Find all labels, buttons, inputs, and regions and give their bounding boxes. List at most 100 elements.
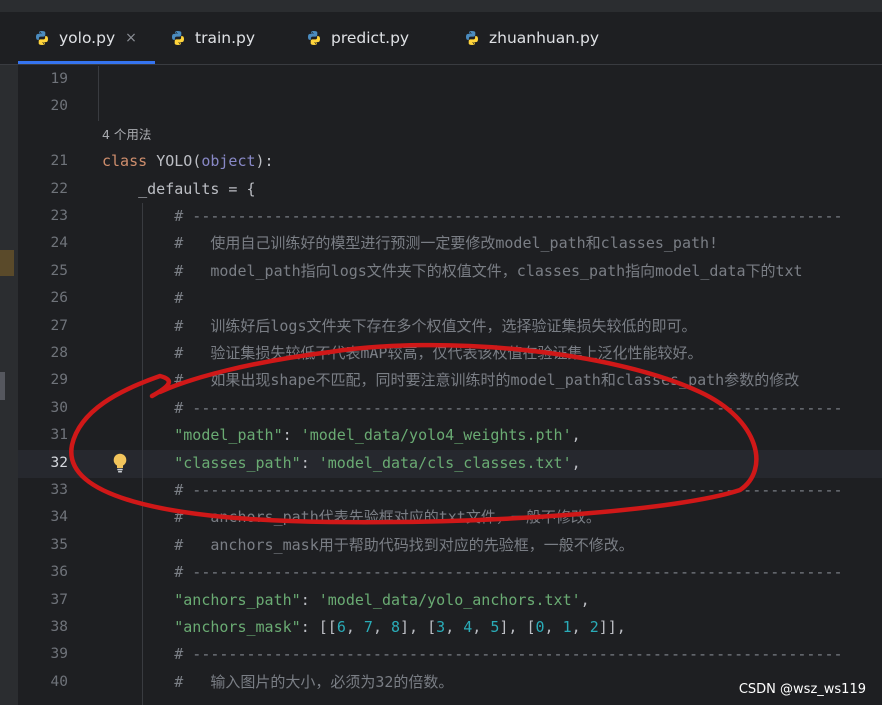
tab-predict-py[interactable]: predict.py	[306, 12, 409, 64]
tab-label: train.py	[195, 29, 256, 47]
code-token: "anchors_mask"	[174, 618, 301, 636]
line-number: 25	[50, 262, 68, 279]
code-token: 1	[562, 618, 572, 636]
code-line[interactable]: 24 # 使用自己训练好的模型进行预测一定要修改model_path和class…	[0, 230, 882, 257]
code-token: 2	[589, 618, 599, 636]
code-text: _defaults = {	[102, 176, 256, 203]
code-text: # anchors_path代表先验框对应的txt文件，一般不修改。	[102, 504, 601, 531]
code-token: ,	[580, 590, 590, 609]
line-number: 36	[50, 564, 68, 581]
code-line[interactable]: 31 "model_path": 'model_data/yolo4_weigh…	[0, 422, 882, 449]
usage-hint[interactable]: 4 个用法	[102, 121, 151, 148]
code-token: ,	[544, 618, 563, 636]
code-token: ,	[571, 618, 590, 636]
code-token: ,	[345, 618, 364, 636]
code-text: # anchors_mask用于帮助代码找到对应的先验框，一般不修改。	[102, 532, 634, 559]
line-number: 40	[50, 673, 68, 690]
code-line[interactable]: 37 "anchors_path": 'model_data/yolo_anch…	[0, 587, 882, 614]
code-line[interactable]: 22 _defaults = {	[0, 176, 882, 203]
code-token: 6	[336, 618, 346, 636]
code-token: YOLO	[156, 152, 193, 171]
code-line[interactable]: 35 # anchors_mask用于帮助代码找到对应的先验框，一般不修改。	[0, 532, 882, 559]
code-line[interactable]: 34 # anchors_path代表先验框对应的txt文件，一般不修改。	[0, 504, 882, 531]
code-text: class YOLO(object):	[102, 148, 274, 175]
line-number: 30	[50, 399, 68, 416]
code-token: object	[201, 152, 256, 171]
python-file-icon	[36, 31, 48, 45]
line-number: 38	[50, 619, 68, 635]
code-token: ):	[255, 152, 274, 171]
code-token: ,	[571, 453, 581, 472]
code-text: # 使用自己训练好的模型进行预测一定要修改model_path和classes_…	[102, 230, 718, 257]
code-token: # --------------------------------------…	[102, 563, 843, 582]
code-line[interactable]: 28 # 验证集损失较低不代表mAP较高，仅代表该权值在验证集上泛化性能较好。	[0, 340, 882, 367]
close-tab-icon[interactable]: ×	[125, 30, 137, 46]
code-token: ], [	[499, 618, 536, 636]
code-line[interactable]: 26 #	[0, 285, 882, 312]
tab-label: zhuanhuan.py	[489, 29, 600, 47]
code-token: 3	[436, 618, 446, 636]
code-token: # --------------------------------------…	[102, 481, 843, 499]
code-token: 'model_data/yolo4_weights.pth'	[300, 426, 572, 445]
code-token: (	[192, 152, 202, 171]
code-line[interactable]: 29 # 如果出现shape不匹配，同时要注意训练时的model_path和cl…	[0, 367, 882, 394]
code-token: # 验证集损失较低不代表mAP较高，仅代表该权值在验证集上泛化性能较好。	[102, 344, 703, 362]
code-line[interactable]: 19	[0, 66, 882, 93]
code-token: ,	[571, 426, 581, 445]
python-file-icon	[466, 31, 478, 45]
code-line[interactable]: 27 # 训练好后logs文件夹下存在多个权值文件，选择验证集损失较低的即可。	[0, 313, 882, 340]
code-token: 8	[391, 618, 401, 636]
code-token: # --------------------------------------…	[102, 207, 843, 225]
code-line[interactable]: 32 "classes_path": 'model_data/cls_class…	[0, 450, 882, 477]
code-line[interactable]: 25 # model_path指向logs文件夹下的权值文件，classes_p…	[0, 258, 882, 285]
tab-label: yolo.py	[59, 29, 116, 47]
line-number: 39	[50, 646, 68, 663]
code-token: # --------------------------------------…	[102, 398, 843, 417]
code-token: :	[300, 590, 319, 609]
code-text: # 验证集损失较低不代表mAP较高，仅代表该权值在验证集上泛化性能较好。	[102, 340, 702, 367]
line-number: 32	[50, 454, 68, 471]
code-token: :	[300, 453, 319, 472]
line-number: 31	[50, 427, 68, 444]
code-token: # 使用自己训练好的模型进行预测一定要修改model_path和classes_…	[102, 234, 719, 253]
lightbulb-icon[interactable]	[111, 452, 129, 474]
code-token: ,	[445, 618, 464, 636]
line-number: 33	[50, 482, 68, 498]
tab-zhuanhuan-py[interactable]: zhuanhuan.py	[464, 12, 599, 64]
code-token: 'model_data/cls_classes.txt'	[318, 453, 572, 472]
code-token: 'model_data/yolo_anchors.txt'	[318, 590, 581, 609]
code-text: # model_path指向logs文件夹下的权值文件，classes_path…	[102, 258, 802, 285]
code-text: # --------------------------------------…	[102, 203, 843, 230]
code-text: "classes_path": 'model_data/cls_classes.…	[102, 450, 581, 477]
code-text: # --------------------------------------…	[102, 559, 843, 586]
code-line[interactable]: 30 # -----------------------------------…	[0, 395, 882, 422]
line-number: 34	[50, 509, 68, 526]
tab-yolo-py[interactable]: yolo.py ×	[18, 12, 155, 64]
code-token: ]],	[598, 618, 626, 636]
code-token: 7	[363, 618, 373, 636]
code-line[interactable]: 23 # -----------------------------------…	[0, 203, 882, 230]
code-line[interactable]: 38 "anchors_mask": [[6, 7, 8], [3, 4, 5]…	[0, 614, 882, 641]
code-text: # --------------------------------------…	[102, 477, 843, 504]
code-token: 0	[535, 618, 545, 636]
tab-train-py[interactable]: train.py	[170, 12, 255, 64]
code-token: class	[102, 152, 157, 171]
line-number: 37	[50, 591, 68, 608]
tab-label: predict.py	[331, 29, 410, 47]
code-token: _defaults = {	[102, 179, 256, 198]
code-text: "anchors_mask": [[6, 7, 8], [3, 4, 5], […	[102, 614, 626, 641]
code-line[interactable]: 33 # -----------------------------------…	[0, 477, 882, 504]
code-text: # --------------------------------------…	[102, 641, 842, 668]
code-line[interactable]: 39 # -----------------------------------…	[0, 641, 882, 668]
code-token: # anchors_path代表先验框对应的txt文件，一般不修改。	[102, 508, 601, 527]
code-token: ,	[472, 618, 491, 636]
code-line[interactable]: 21 class YOLO(object):	[0, 148, 882, 175]
code-line[interactable]: 36 # -----------------------------------…	[0, 559, 882, 586]
code-token: : [[	[300, 618, 337, 636]
code-line[interactable]: 20	[0, 93, 882, 120]
indent-guide	[142, 203, 143, 705]
line-number: 24	[50, 235, 68, 252]
